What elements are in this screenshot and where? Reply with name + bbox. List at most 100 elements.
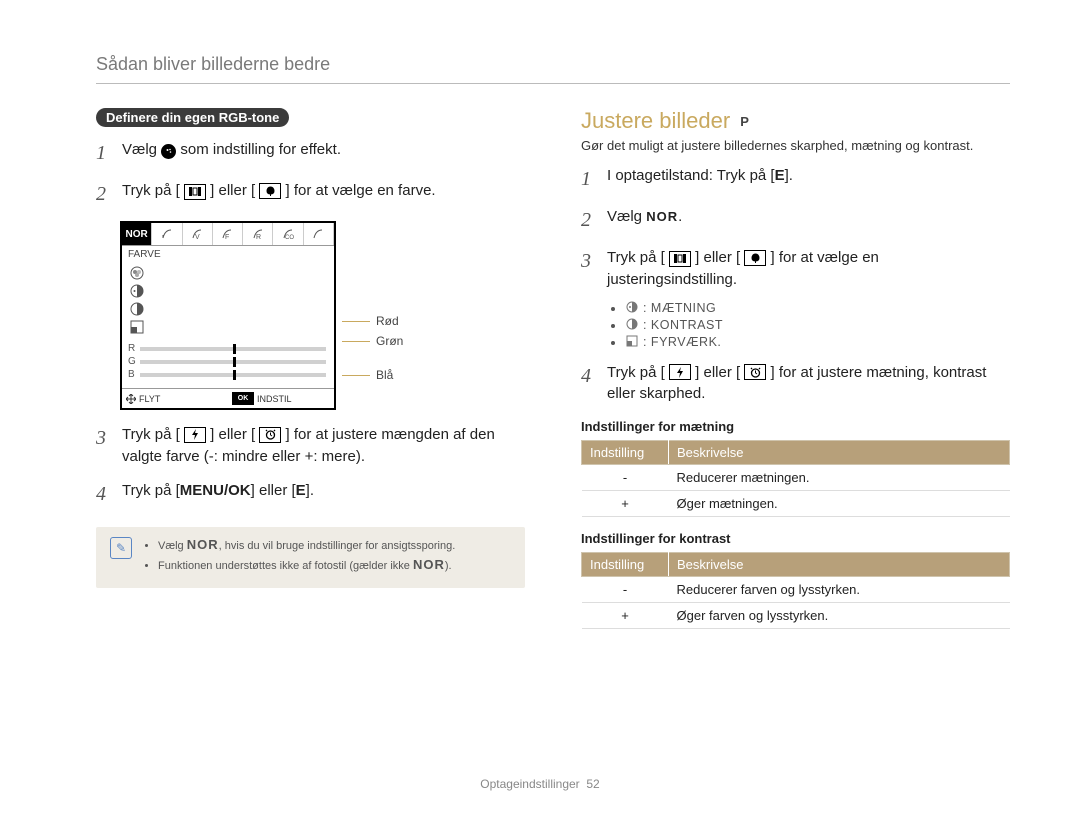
svg-text:V: V <box>195 234 200 240</box>
leader-red: Rød <box>376 314 399 328</box>
footer-section: Optageindstillinger <box>480 777 579 791</box>
display-key-icon <box>184 184 206 200</box>
step-2: 2 Tryk på [ ] eller [ ] for at vælge en … <box>96 180 525 209</box>
r-step-3: 3 Tryk på [ ] eller [ ] for at vælge en … <box>581 247 1010 291</box>
ok-key-icon: OK <box>232 392 254 405</box>
table-row: + Øger farven og lysstyrken. <box>582 603 1010 629</box>
lcd-screen: NOR V F R CO FARVE <box>120 221 336 410</box>
step-number: 3 <box>96 424 118 453</box>
move-icon <box>126 394 136 404</box>
step-text: ] eller [ <box>251 482 296 499</box>
slider-b: B <box>128 369 328 380</box>
sat-heading: Indstillinger for mætning <box>581 419 1010 434</box>
lcd-side-icons <box>122 263 334 339</box>
step-text: ]. <box>306 482 314 499</box>
section-title: Justere billeder P <box>581 108 1010 134</box>
sharpness-icon <box>625 335 639 350</box>
table-cell: Reducerer mætningen. <box>669 465 1010 491</box>
bullet-contrast: : KONTRAST <box>625 318 1010 333</box>
step-text: ] for at vælge en farve. <box>286 182 436 199</box>
step-text: Vælg <box>122 141 161 158</box>
adjustment-bullets: : MÆTNING : KONTRAST : FYRVÆRK. <box>581 301 1010 350</box>
step-text: ] eller [ <box>695 249 740 266</box>
slider-r: R <box>128 343 328 354</box>
bullet-saturation: : MÆTNING <box>625 301 1010 316</box>
step-text: ] eller [ <box>210 182 255 199</box>
step-number: 3 <box>581 247 603 276</box>
note-line-1: Vælg NOR, hvis du vil bruge indstillinge… <box>158 537 455 554</box>
step-number: 1 <box>581 165 603 194</box>
step-number: 4 <box>96 480 118 509</box>
table-header-setting: Indstilling <box>582 553 669 577</box>
note-text: Vælg <box>158 540 187 552</box>
slider-g: G <box>128 356 328 367</box>
lcd-tab-icon: F <box>213 223 243 245</box>
table-cell: Øger farven og lysstyrken. <box>669 603 1010 629</box>
slider-label-g: G <box>128 356 140 367</box>
step-text: Tryk på [ <box>607 364 665 381</box>
sharpness-icon <box>128 319 146 335</box>
bullet-text: : FYRVÆRK. <box>643 335 721 349</box>
color-leader-labels: Rød Grøn Blå <box>342 311 403 410</box>
step-text: Vælg <box>607 208 646 225</box>
contrast-table: Indstilling Beskrivelse - Reducerer farv… <box>581 552 1010 629</box>
saturation-icon <box>625 301 639 316</box>
svg-text:F: F <box>225 234 229 240</box>
step-text: I optagetilstand: Tryk på [ <box>607 167 775 184</box>
table-cell: - <box>582 577 669 603</box>
lcd-tab-icon: CO <box>273 223 303 245</box>
step-4: 4 Tryk på [MENU/OK] eller [E]. <box>96 480 525 509</box>
slider-label-r: R <box>128 343 140 354</box>
note-line-2: Funktionen understøttes ikke af fotostil… <box>158 557 455 574</box>
step-text: som indstilling for effekt. <box>180 141 341 158</box>
mode-chip-p: P <box>740 114 749 129</box>
leader-blue: Blå <box>376 368 393 382</box>
timer-key-icon <box>744 364 766 380</box>
step-text: ]. <box>785 167 793 184</box>
table-cell: Reducerer farven og lysstyrken. <box>669 577 1010 603</box>
lcd-tab-icon: V <box>183 223 213 245</box>
nor-text-icon: NOR <box>646 209 678 224</box>
right-column: Justere billeder P Gør det muligt at jus… <box>581 108 1010 629</box>
step-number: 4 <box>581 362 603 391</box>
bullet-sharpness: : FYRVÆRK. <box>625 335 1010 350</box>
lcd-tab-icon <box>304 223 334 245</box>
rgb-sliders: R G B <box>122 339 334 388</box>
lcd-footer-indstil: INDSTIL <box>257 394 292 404</box>
flash-key-icon <box>184 427 206 443</box>
table-row: - Reducerer mætningen. <box>582 465 1010 491</box>
note-text: ). <box>445 560 452 572</box>
contrast-icon <box>625 318 639 333</box>
table-cell: + <box>582 603 669 629</box>
display-key-icon <box>669 251 691 267</box>
table-row: + Øger mætningen. <box>582 491 1010 517</box>
palette-circle-icon <box>161 144 176 159</box>
saturation-icon <box>128 283 146 299</box>
table-header-setting: Indstilling <box>582 441 669 465</box>
step-number: 2 <box>581 206 603 235</box>
lcd-tab-nor: NOR <box>122 223 152 245</box>
lcd-tab-icon: R <box>243 223 273 245</box>
note-text: Funktionen understøttes ikke af fotostil… <box>158 560 413 572</box>
page-header-title: Sådan bliver billederne bedre <box>96 54 1010 75</box>
footer-page-number: 52 <box>586 777 599 791</box>
step-1: 1 Vælg som indstilling for effekt. <box>96 139 525 168</box>
rgb-wheel-icon <box>128 265 146 281</box>
lcd-tab-row: NOR V F R CO <box>122 223 334 246</box>
table-cell: Øger mætningen. <box>669 491 1010 517</box>
table-cell: + <box>582 491 669 517</box>
con-heading: Indstillinger for kontrast <box>581 531 1010 546</box>
r-step-2: 2 Vælg NOR. <box>581 206 1010 235</box>
timer-key-icon <box>259 427 281 443</box>
note-icon: ✎ <box>110 537 132 559</box>
note-body: Vælg NOR, hvis du vil bruge indstillinge… <box>144 537 455 579</box>
section-intro: Gør det muligt at justere billedernes sk… <box>581 138 1010 153</box>
left-column: Definere din egen RGB-tone 1 Vælg som in… <box>96 108 525 629</box>
contrast-icon <box>128 301 146 317</box>
e-key-label: E <box>296 482 306 499</box>
svg-text:CO: CO <box>285 235 294 240</box>
step-text: Tryk på [ <box>122 482 180 499</box>
lcd-footer-flyt: FLYT <box>139 394 160 404</box>
table-row: - Reducerer farven og lysstyrken. <box>582 577 1010 603</box>
e-key-label: E <box>775 167 785 184</box>
